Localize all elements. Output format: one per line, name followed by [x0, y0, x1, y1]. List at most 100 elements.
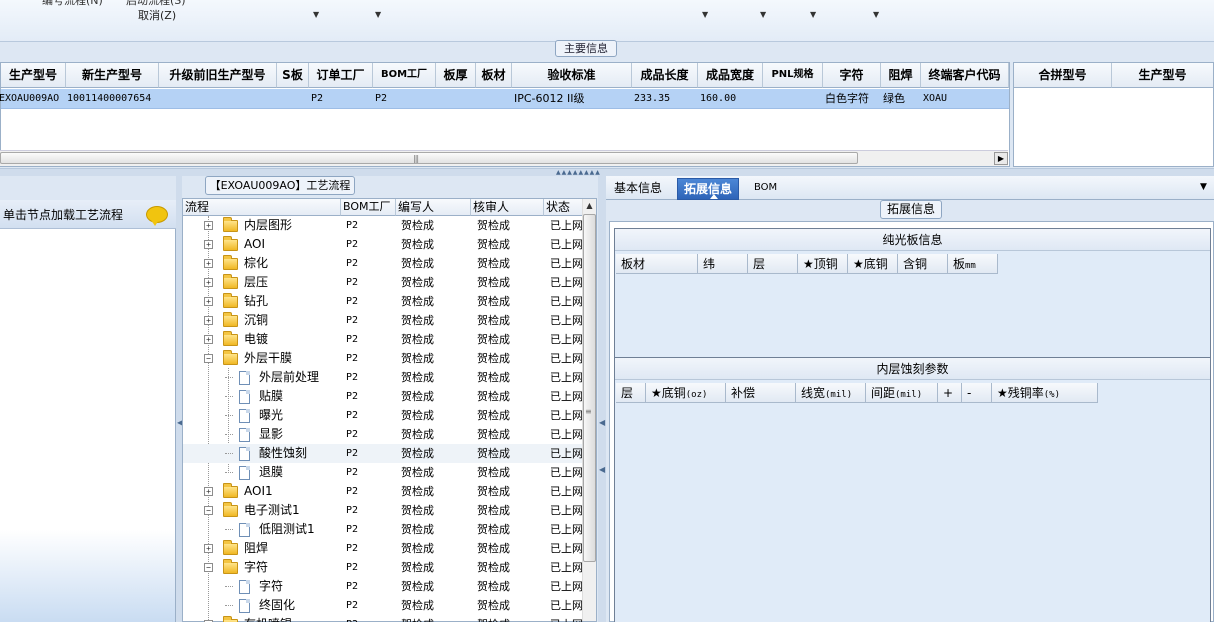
- tree-row[interactable]: 字符 P2 贺检成 贺检成 已上网: [183, 577, 583, 596]
- tree-row[interactable]: 退膜 P2 贺检成 贺检成 已上网: [183, 463, 583, 482]
- tree-node-label[interactable]: 沉铜: [244, 311, 268, 330]
- collapse-icon[interactable]: −: [204, 354, 213, 363]
- scrollbar-thumb[interactable]: [583, 214, 596, 562]
- tab-dropdown-icon[interactable]: ▼: [1200, 182, 1207, 192]
- tree-node-label[interactable]: 退膜: [259, 463, 283, 482]
- tree-node-label[interactable]: AOI1: [244, 482, 273, 501]
- column-header[interactable]: 订单工厂: [309, 63, 373, 88]
- column-header[interactable]: 生产型号: [1112, 63, 1213, 88]
- tree-row[interactable]: + 内层图形 P2 贺检成 贺检成 已上网: [183, 216, 583, 235]
- tree-node-label[interactable]: 内层图形: [244, 216, 292, 235]
- tree-node-label[interactable]: 棕化: [244, 254, 268, 273]
- tree-row[interactable]: + 棕化 P2 贺检成 贺检成 已上网: [183, 254, 583, 273]
- expand-left-arrow-icon[interactable]: ◀: [599, 465, 605, 474]
- tree-row[interactable]: + AOI P2 贺检成 贺检成 已上网: [183, 235, 583, 254]
- expand-icon[interactable]: +: [204, 240, 213, 249]
- tab-bom[interactable]: BOM: [748, 178, 783, 200]
- tree-row[interactable]: + 层压 P2 贺检成 贺检成 已上网: [183, 273, 583, 292]
- expand-icon[interactable]: +: [204, 259, 213, 268]
- tree-row[interactable]: + 电镀 P2 贺检成 贺检成 已上网: [183, 330, 583, 349]
- column-header[interactable]: BOM工厂: [373, 63, 436, 88]
- column-header[interactable]: 补偿: [726, 383, 796, 403]
- tree-row[interactable]: + 沉铜 P2 贺检成 贺检成 已上网: [183, 311, 583, 330]
- dropdown-arrow-icon[interactable]: ▼: [313, 10, 319, 19]
- tree-node-label[interactable]: AOI: [244, 235, 265, 254]
- tree-node-label[interactable]: 有机喷锡: [244, 615, 292, 622]
- tree-node-label[interactable]: 外层前处理: [259, 368, 319, 387]
- column-header[interactable]: 流程: [183, 199, 341, 216]
- dropdown-arrow-icon[interactable]: ▼: [702, 10, 708, 19]
- column-header[interactable]: 生产型号: [1, 63, 66, 88]
- dropdown-arrow-icon[interactable]: ▼: [873, 10, 879, 19]
- dropdown-arrow-icon[interactable]: ▼: [760, 10, 766, 19]
- column-header[interactable]: S板: [277, 63, 309, 88]
- cancel-button[interactable]: 取消(Z): [138, 7, 176, 23]
- tree-row[interactable]: +有机喷锡P2贺检成贺检成已上网: [183, 615, 583, 622]
- tree-node-label[interactable]: 酸性蚀刻: [259, 444, 307, 463]
- tree-node-label[interactable]: 阻焊: [244, 539, 268, 558]
- column-header[interactable]: 状态: [544, 199, 584, 216]
- tree-row[interactable]: 终固化 P2 贺检成 贺检成 已上网: [183, 596, 583, 615]
- column-header[interactable]: 成品宽度: [698, 63, 763, 88]
- tree-row[interactable]: − 外层干膜 P2 贺检成 贺检成 已上网: [183, 349, 583, 368]
- column-header[interactable]: BOM工厂: [341, 199, 396, 216]
- column-header[interactable]: ★顶铜: [798, 254, 848, 274]
- column-header[interactable]: 间距(mil): [866, 383, 938, 403]
- table-row[interactable]: EXOAU009AO 10011400007654 P2 P2 IPC-6012…: [0, 89, 1009, 109]
- column-header[interactable]: 升级前旧生产型号: [159, 63, 277, 88]
- column-header[interactable]: 编写人: [396, 199, 471, 216]
- tree-row[interactable]: − 字符 P2 贺检成 贺检成 已上网: [183, 558, 583, 577]
- dropdown-arrow-icon[interactable]: ▼: [810, 10, 816, 19]
- column-header[interactable]: ★底铜(oz): [646, 383, 726, 403]
- expand-icon[interactable]: +: [204, 544, 213, 553]
- collapse-icon[interactable]: −: [204, 506, 213, 515]
- column-header[interactable]: 板材: [616, 254, 698, 274]
- expand-icon[interactable]: +: [204, 335, 213, 344]
- column-header[interactable]: 新生产型号: [66, 63, 159, 88]
- column-header[interactable]: 验收标准: [512, 63, 632, 88]
- tree-node-label[interactable]: 贴膜: [259, 387, 283, 406]
- column-header[interactable]: 板材: [476, 63, 512, 88]
- scrollbar-thumb[interactable]: [0, 152, 858, 164]
- scroll-right-arrow-icon[interactable]: ▶: [994, 152, 1008, 165]
- horizontal-splitter[interactable]: [0, 168, 1214, 176]
- tree-row[interactable]: + 阻焊 P2 贺检成 贺检成 已上网: [183, 539, 583, 558]
- tree-row[interactable]: 低阻测试1 P2 贺检成 贺检成 已上网: [183, 520, 583, 539]
- tree-row[interactable]: 酸性蚀刻 P2 贺检成 贺检成 已上网: [183, 444, 583, 463]
- expand-icon[interactable]: +: [204, 487, 213, 496]
- tree-node-label[interactable]: 钻孔: [244, 292, 268, 311]
- column-header[interactable]: 阻焊: [881, 63, 921, 88]
- column-header[interactable]: 板mm: [948, 254, 998, 274]
- tree-row[interactable]: + 钻孔 P2 贺检成 贺检成 已上网: [183, 292, 583, 311]
- tree-node-label[interactable]: 电镀: [244, 330, 268, 349]
- tree-node-label[interactable]: 低阻测试1: [259, 520, 315, 539]
- column-header[interactable]: 含铜: [898, 254, 948, 274]
- column-header[interactable]: 层: [616, 383, 646, 403]
- tree-row[interactable]: 贴膜 P2 贺检成 贺检成 已上网: [183, 387, 583, 406]
- column-header[interactable]: ★底铜: [848, 254, 898, 274]
- expand-icon[interactable]: +: [204, 221, 213, 230]
- column-header[interactable]: 核审人: [471, 199, 544, 216]
- toolbar-cut-item-1[interactable]: 编号流程(N): [42, 0, 103, 8]
- tree-node-label[interactable]: 显影: [259, 425, 283, 444]
- tree-row[interactable]: 曝光 P2 贺检成 贺检成 已上网: [183, 406, 583, 425]
- tree-row[interactable]: 外层前处理 P2 贺检成 贺检成 已上网: [183, 368, 583, 387]
- tab-basic-info[interactable]: 基本信息: [608, 178, 668, 200]
- expand-icon[interactable]: +: [204, 278, 213, 287]
- collapse-icon[interactable]: −: [204, 563, 213, 572]
- tree-node-label[interactable]: 字符: [259, 577, 283, 596]
- column-header[interactable]: 终端客户代码: [921, 63, 1009, 88]
- tree-node-label[interactable]: 字符: [244, 558, 268, 577]
- expand-icon[interactable]: +: [204, 316, 213, 325]
- tree-node-label[interactable]: 曝光: [259, 406, 283, 425]
- tab-extended-info[interactable]: 拓展信息: [677, 178, 740, 200]
- column-header[interactable]: -: [962, 383, 992, 403]
- dropdown-arrow-icon[interactable]: ▼: [375, 10, 381, 19]
- collapse-right-arrow-icon[interactable]: ◀: [599, 418, 605, 427]
- column-header[interactable]: +: [938, 383, 962, 403]
- tree-node-label[interactable]: 外层干膜: [244, 349, 292, 368]
- tree-row[interactable]: + AOI1 P2 贺检成 贺检成 已上网: [183, 482, 583, 501]
- column-header[interactable]: PNL规格: [763, 63, 823, 88]
- column-header[interactable]: 线宽(mil): [796, 383, 866, 403]
- column-header[interactable]: 字符: [823, 63, 881, 88]
